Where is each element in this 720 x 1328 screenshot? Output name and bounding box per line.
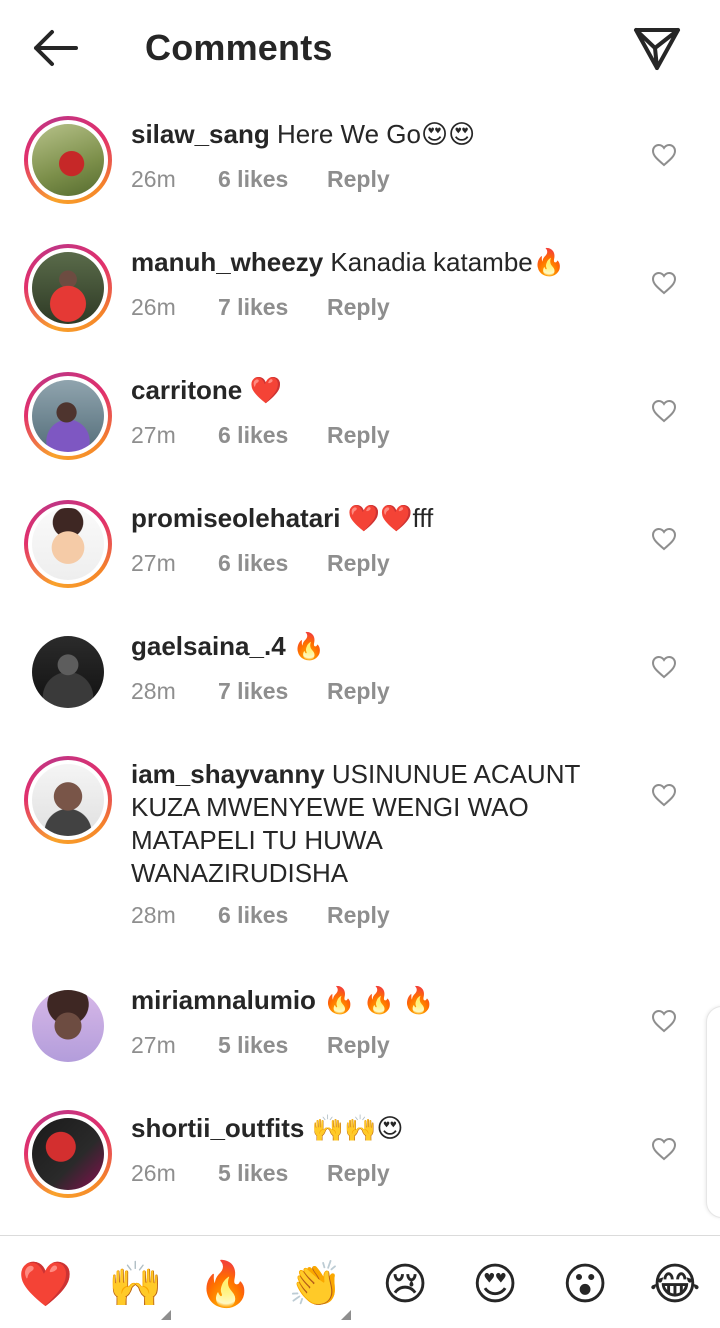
avatar-story-ring[interactable] [24, 756, 112, 844]
likes-count[interactable]: 7 likes [218, 678, 288, 705]
reply-button[interactable]: Reply [327, 422, 390, 449]
arrow-left-icon [34, 30, 78, 66]
comment-text: 🔥 🔥 🔥 [315, 985, 435, 1015]
comment-text: Here We Go😍😍 [269, 119, 476, 149]
heart-outline-icon [651, 1137, 677, 1161]
comment-time: 27m [131, 550, 176, 576]
side-panel-edge[interactable] [706, 1006, 720, 1218]
emoji-heart-eyes-button[interactable]: 😍 [468, 1258, 522, 1312]
like-button[interactable] [651, 655, 677, 679]
like-button[interactable] [651, 399, 677, 423]
skin-tone-indicator [161, 1310, 171, 1320]
heart-outline-icon [651, 655, 677, 679]
likes-count[interactable]: 6 likes [218, 550, 288, 577]
like-button[interactable] [651, 783, 677, 807]
like-button[interactable] [651, 1009, 677, 1033]
reply-button[interactable]: Reply [327, 1032, 390, 1059]
heart-outline-icon [651, 1009, 677, 1033]
comment-time: 26m [131, 1160, 176, 1186]
heart-outline-icon [651, 399, 677, 423]
emoji-reaction-bar: ❤️ 🙌 🔥 👏 😢 😍 😮 😂 [0, 1235, 720, 1328]
avatar [32, 124, 104, 196]
skin-tone-indicator [341, 1310, 351, 1320]
avatar [32, 764, 104, 836]
comment-time: 26m [131, 294, 176, 320]
emoji-clapping-hands-button[interactable]: 👏 [288, 1258, 343, 1312]
like-button[interactable] [651, 1137, 677, 1161]
comment-time: 27m [131, 422, 176, 448]
emoji-tears-of-joy-button[interactable]: 😂 [648, 1258, 702, 1312]
avatar [32, 990, 104, 1062]
heart-outline-icon [651, 783, 677, 807]
reply-button[interactable]: Reply [327, 550, 390, 577]
emoji-crying-face-button[interactable]: 😢 [378, 1258, 432, 1312]
like-button[interactable] [651, 271, 677, 295]
comment-username[interactable]: gaelsaina_.4 [131, 631, 286, 661]
comment-username[interactable]: shortii_outfits [131, 1113, 304, 1143]
comment-text: ❤️ [242, 375, 282, 405]
avatar [32, 252, 104, 324]
like-button[interactable] [651, 527, 677, 551]
emoji-raising-hands-button[interactable]: 🙌 [108, 1258, 163, 1312]
comment-time: 26m [131, 166, 176, 192]
likes-count[interactable]: 7 likes [218, 294, 288, 321]
comment-username[interactable]: promiseolehatari [131, 503, 341, 533]
reply-button[interactable]: Reply [327, 166, 390, 193]
comment-username[interactable]: carritone [131, 375, 242, 405]
likes-count[interactable]: 6 likes [218, 166, 288, 193]
likes-count[interactable]: 6 likes [218, 902, 288, 929]
comment-time: 27m [131, 1032, 176, 1058]
comment-text: 🙌🙌😍 [304, 1113, 404, 1143]
comment-time: 28m [131, 902, 176, 928]
avatar-story-ring[interactable] [24, 116, 112, 204]
header: Comments [0, 0, 720, 96]
avatar [32, 1118, 104, 1190]
reply-button[interactable]: Reply [327, 1160, 390, 1187]
avatar-story-ring[interactable] [24, 500, 112, 588]
reply-button[interactable]: Reply [327, 902, 390, 929]
avatar [32, 508, 104, 580]
heart-outline-icon [651, 527, 677, 551]
send-icon [634, 28, 680, 70]
likes-count[interactable]: 5 likes [218, 1032, 288, 1059]
comment-username[interactable]: iam_shayvanny [131, 759, 325, 789]
avatar-story-ring[interactable] [24, 244, 112, 332]
reply-button[interactable]: Reply [327, 678, 390, 705]
emoji-fire-button[interactable]: 🔥 [198, 1258, 253, 1312]
comment-username[interactable]: miriamnalumio [131, 985, 316, 1015]
avatar-story-ring[interactable] [24, 372, 112, 460]
avatar [32, 380, 104, 452]
avatar-container[interactable] [24, 628, 112, 716]
back-button[interactable] [28, 24, 84, 72]
avatar-container[interactable] [24, 982, 112, 1070]
like-button[interactable] [651, 143, 677, 167]
comment-text: 🔥 [285, 631, 326, 661]
emoji-heart-button[interactable]: ❤️ [18, 1258, 73, 1312]
comment-text: Kanadia katambe🔥 [323, 247, 566, 277]
comment-time: 28m [131, 678, 176, 704]
heart-outline-icon [651, 271, 677, 295]
share-button[interactable] [628, 20, 686, 76]
page-title: Comments [145, 27, 333, 68]
reply-button[interactable]: Reply [327, 294, 390, 321]
emoji-surprised-face-button[interactable]: 😮 [558, 1258, 612, 1312]
avatar [32, 636, 104, 708]
comment-username[interactable]: manuh_wheezy [131, 247, 323, 277]
likes-count[interactable]: 6 likes [218, 422, 288, 449]
comment-username[interactable]: silaw_sang [131, 119, 270, 149]
likes-count[interactable]: 5 likes [218, 1160, 288, 1187]
comment-text: ❤️❤️fff [340, 503, 434, 533]
avatar-story-ring[interactable] [24, 1110, 112, 1198]
heart-outline-icon [651, 143, 677, 167]
